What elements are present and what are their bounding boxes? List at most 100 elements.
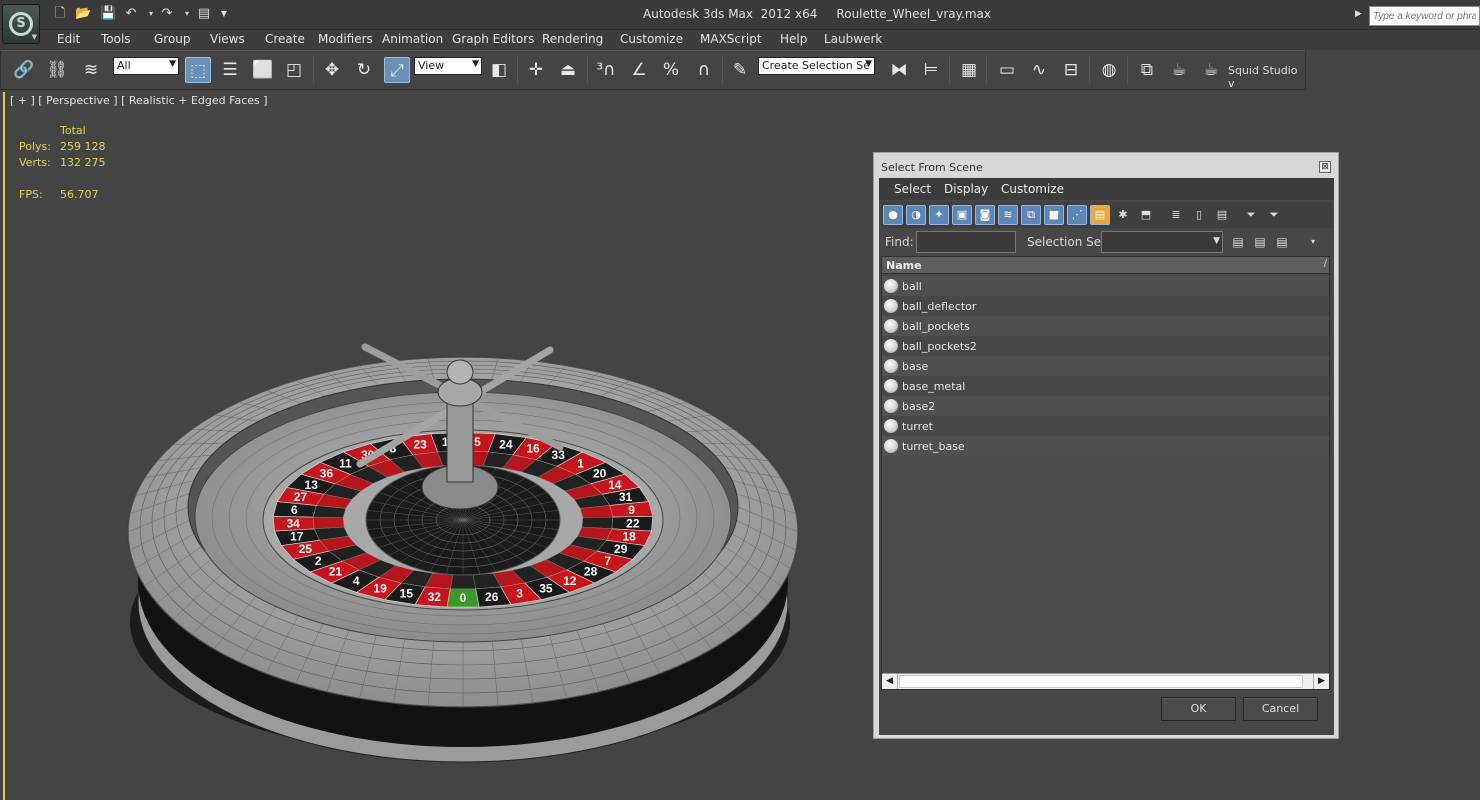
menu-create[interactable]: Create: [265, 32, 305, 46]
filter-options-icon[interactable]: ⏷: [1264, 205, 1284, 225]
create-selection-set-icon[interactable]: ▤: [1229, 233, 1247, 251]
display-groups-icon[interactable]: ⧉: [1021, 205, 1041, 225]
schematic-view-icon[interactable]: ⊟: [1058, 57, 1084, 83]
list-item[interactable]: base2: [882, 396, 1329, 416]
display-hidden-icon[interactable]: ⬒: [1136, 205, 1156, 225]
render-production-icon[interactable]: ☕: [1198, 57, 1224, 83]
app-logo-button[interactable]: S ▼: [2, 4, 40, 44]
spinner-snap-icon[interactable]: ∩: [691, 57, 717, 83]
list-item[interactable]: turret: [882, 416, 1329, 436]
scroll-right-icon[interactable]: ▶: [1313, 674, 1329, 689]
toolbar-overflow-icon[interactable]: ▾: [1304, 233, 1322, 251]
edit-named-selection-icon[interactable]: ✎: [727, 57, 753, 83]
dialog-title-bar[interactable]: Select From Scene ⊠: [877, 156, 1335, 178]
render-setup-icon[interactable]: ⧉: [1134, 57, 1160, 83]
remove-from-selection-set-icon[interactable]: ▤: [1273, 233, 1291, 251]
undo-icon[interactable]: ↶: [123, 7, 139, 21]
save-file-icon[interactable]: 💾: [100, 7, 116, 21]
select-and-move-icon[interactable]: ✥: [319, 57, 345, 83]
bind-to-space-warp-icon[interactable]: ≋: [78, 57, 104, 83]
add-to-selection-set-icon[interactable]: ▤: [1251, 233, 1269, 251]
window-crossing-icon[interactable]: ◰: [281, 57, 307, 83]
mirror-icon[interactable]: ⧓: [886, 57, 912, 83]
scroll-thumb[interactable]: [899, 675, 1303, 688]
open-file-icon[interactable]: 📂: [75, 7, 91, 21]
display-lights-icon[interactable]: ✦: [929, 205, 949, 225]
menu-customize[interactable]: Customize: [620, 32, 683, 46]
menu-group[interactable]: Group: [154, 32, 191, 46]
selection-set-dropdown[interactable]: ▼: [1101, 231, 1223, 253]
invert-display-icon[interactable]: ▤: [1212, 205, 1232, 225]
list-item[interactable]: ball_deflector: [882, 296, 1329, 316]
graphite-modeling-icon[interactable]: ▭: [994, 57, 1020, 83]
named-selection-sets-dropdown[interactable]: Create Selection Se ▼: [758, 57, 875, 75]
dialog-menu-display[interactable]: Display: [944, 182, 988, 196]
display-bones-icon[interactable]: ⋰: [1067, 205, 1087, 225]
menu-edit[interactable]: Edit: [57, 32, 80, 46]
select-and-manipulate-icon[interactable]: ✛: [523, 57, 549, 83]
select-by-name-icon[interactable]: ☰: [217, 57, 243, 83]
snaps-toggle-icon[interactable]: ³∩: [593, 57, 619, 83]
list-item[interactable]: base_metal: [882, 376, 1329, 396]
menu-rendering[interactable]: Rendering: [542, 32, 603, 46]
display-cameras-icon[interactable]: ▣: [952, 205, 972, 225]
list-item[interactable]: base: [882, 356, 1329, 376]
menu-graph-editors[interactable]: Graph Editors: [452, 32, 534, 46]
select-and-rotate-icon[interactable]: ↻: [351, 57, 377, 83]
reference-coordinate-dropdown[interactable]: View ▼: [414, 57, 482, 75]
display-shapes-icon[interactable]: ◑: [906, 205, 926, 225]
layer-manager-icon[interactable]: ▦: [956, 57, 982, 83]
display-geometry-icon[interactable]: ●: [883, 205, 903, 225]
list-item[interactable]: turret_base: [882, 436, 1329, 456]
align-icon[interactable]: ⊨: [918, 57, 944, 83]
keyword-search-input[interactable]: [1369, 6, 1480, 26]
select-and-scale-icon[interactable]: ⤢: [384, 57, 410, 83]
list-item[interactable]: ball_pockets: [882, 316, 1329, 336]
menu-views[interactable]: Views: [210, 32, 245, 46]
menu-help[interactable]: Help: [780, 32, 807, 46]
menu-animation[interactable]: Animation: [382, 32, 443, 46]
display-helpers-icon[interactable]: ◙: [975, 205, 995, 225]
display-none-icon[interactable]: ▯: [1189, 205, 1209, 225]
project-folder-icon[interactable]: ▤: [196, 7, 212, 21]
menu-laubwerk[interactable]: Laubwerk: [824, 32, 882, 46]
dialog-menu-customize[interactable]: Customize: [1001, 182, 1064, 196]
quick-access-dropdown-icon[interactable]: ▼: [216, 7, 232, 21]
list-item[interactable]: ball: [882, 276, 1329, 296]
select-and-link-icon[interactable]: 🔗: [11, 57, 37, 83]
menu-modifiers[interactable]: Modifiers: [318, 32, 373, 46]
redo-icon[interactable]: ↷: [159, 7, 175, 21]
new-file-icon[interactable]: 🗋: [52, 7, 68, 21]
dialog-menu-select[interactable]: Select: [894, 182, 931, 196]
find-input[interactable]: [916, 231, 1016, 253]
column-header-name[interactable]: Name: [886, 259, 922, 272]
scroll-left-icon[interactable]: ◀: [882, 674, 898, 689]
ok-button[interactable]: OK: [1161, 697, 1236, 721]
rectangular-selection-icon[interactable]: ⬜: [250, 57, 276, 83]
select-object-icon[interactable]: ⬚: [185, 57, 211, 83]
rendered-frame-window-icon[interactable]: ☕: [1166, 57, 1192, 83]
display-containers-icon[interactable]: ▤: [1090, 205, 1110, 225]
horizontal-scrollbar[interactable]: ◀ ▶: [882, 673, 1329, 689]
curve-editor-icon[interactable]: ∿: [1026, 57, 1052, 83]
material-editor-icon[interactable]: ◍: [1096, 57, 1122, 83]
unlink-selection-icon[interactable]: ⛓: [44, 57, 70, 83]
close-icon[interactable]: ⊠: [1319, 161, 1331, 173]
display-frozen-icon[interactable]: ✱: [1113, 205, 1133, 225]
display-all-icon[interactable]: ≣: [1166, 205, 1186, 225]
cancel-button[interactable]: Cancel: [1243, 697, 1318, 721]
percent-snap-icon[interactable]: %: [658, 57, 684, 83]
display-xrefs-icon[interactable]: ■: [1044, 205, 1064, 225]
search-expand-icon[interactable]: ▶: [1355, 9, 1362, 19]
filter-icon[interactable]: ⏷: [1241, 205, 1261, 225]
list-item[interactable]: ball_pockets2: [882, 336, 1329, 356]
pivot-center-icon[interactable]: ◧: [486, 57, 512, 83]
undo-dropdown-icon[interactable]: ▾: [143, 7, 159, 21]
redo-dropdown-icon[interactable]: ▾: [179, 7, 195, 21]
selection-filter-dropdown[interactable]: All ▼: [113, 57, 179, 75]
display-space-warps-icon[interactable]: ≋: [998, 205, 1018, 225]
viewport-label[interactable]: [ + ] [ Perspective ] [ Realistic + Edge…: [10, 94, 268, 107]
column-sort-indicator[interactable]: /: [1324, 258, 1327, 269]
keyboard-shortcut-override-icon[interactable]: ⏏: [555, 57, 581, 83]
menu-maxscript[interactable]: MAXScript: [700, 32, 762, 46]
